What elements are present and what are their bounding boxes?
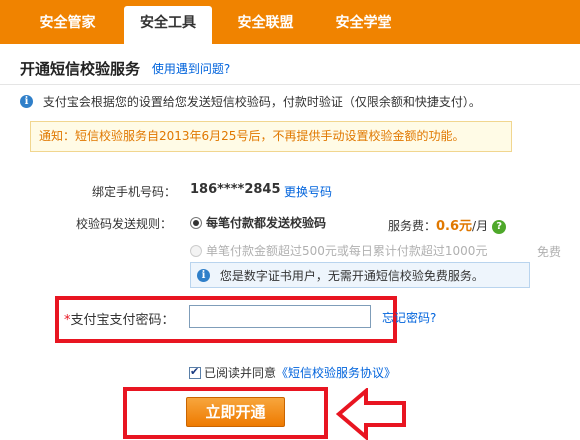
info-icon: i bbox=[197, 269, 210, 282]
agreement-text: 已阅读并同意 bbox=[204, 366, 277, 380]
top-nav: 安全管家 安全工具 安全联盟 安全学堂 bbox=[0, 0, 580, 44]
payment-password-input[interactable] bbox=[189, 305, 371, 328]
fee-unit: /月 bbox=[472, 219, 489, 233]
radio-threshold bbox=[190, 244, 202, 257]
agreement-checkbox[interactable] bbox=[189, 365, 201, 379]
left-arrow-icon bbox=[336, 388, 406, 440]
notice-banner: 通知：短信校验服务自2013年6月25号后，不再提供手动设置校验金额的功能。 bbox=[30, 121, 512, 152]
rule-option1-label: 每笔付款都发送校验码 bbox=[206, 216, 327, 230]
info-line: i 支付宝会根据您的设置给您发送短信校验码，付款时验证（仅限余额和快捷支付）。 bbox=[20, 93, 481, 109]
change-number-link[interactable]: 更换号码 bbox=[284, 183, 332, 200]
rule-option-every-payment[interactable]: 每笔付款都发送校验码 bbox=[190, 214, 326, 231]
service-fee: 服务费：0.6元/月? bbox=[388, 215, 507, 234]
certificate-notice: i 您是数字证书用户，无需开通短信校验免费服务。 bbox=[190, 262, 530, 288]
help-link[interactable]: 使用遇到问题? bbox=[152, 60, 230, 77]
certificate-notice-text: 您是数字证书用户，无需开通短信校验免费服务。 bbox=[219, 268, 484, 283]
phone-label: 绑定手机号码： bbox=[92, 185, 177, 199]
tab-security-manager[interactable]: 安全管家 bbox=[20, 6, 115, 44]
tab-security-school[interactable]: 安全学堂 bbox=[316, 6, 411, 44]
fee-amount: 0.6元 bbox=[436, 219, 473, 234]
tab-security-tools[interactable]: 安全工具 bbox=[124, 6, 212, 44]
agreement-row: 已阅读并同意《短信校验服务协议》 bbox=[189, 364, 396, 381]
rule-option2-label: 单笔付款金额超过500元或每日累计付款超过1000元 bbox=[206, 244, 488, 258]
info-text: 支付宝会根据您的设置给您发送短信校验码，付款时验证（仅限余额和快捷支付）。 bbox=[42, 95, 481, 109]
phone-number: 186****2845 bbox=[190, 182, 281, 197]
rule-option-threshold: 单笔付款金额超过500元或每日累计付款超过1000元 bbox=[190, 242, 487, 259]
info-icon: i bbox=[20, 95, 33, 108]
divider bbox=[0, 84, 580, 85]
free-fee-label: 免费 bbox=[537, 245, 562, 259]
radio-every-payment[interactable] bbox=[190, 216, 202, 229]
activate-now-button[interactable]: 立即开通 bbox=[186, 397, 285, 427]
agreement-link[interactable]: 《短信校验服务协议》 bbox=[276, 366, 396, 380]
title-row: 开通短信校验服务 使用遇到问题? bbox=[20, 58, 230, 80]
password-label-text: 支付宝支付密码： bbox=[70, 313, 175, 328]
tab-security-alliance[interactable]: 安全联盟 bbox=[218, 6, 313, 44]
rules-label: 校验码发送规则： bbox=[76, 217, 173, 231]
forgot-password-link[interactable]: 忘记密码? bbox=[382, 309, 436, 326]
password-label: *支付宝支付密码： bbox=[64, 309, 175, 328]
question-icon[interactable]: ? bbox=[492, 219, 507, 234]
page-title: 开通短信校验服务 bbox=[20, 60, 141, 78]
fee-label: 服务费： bbox=[388, 219, 437, 233]
